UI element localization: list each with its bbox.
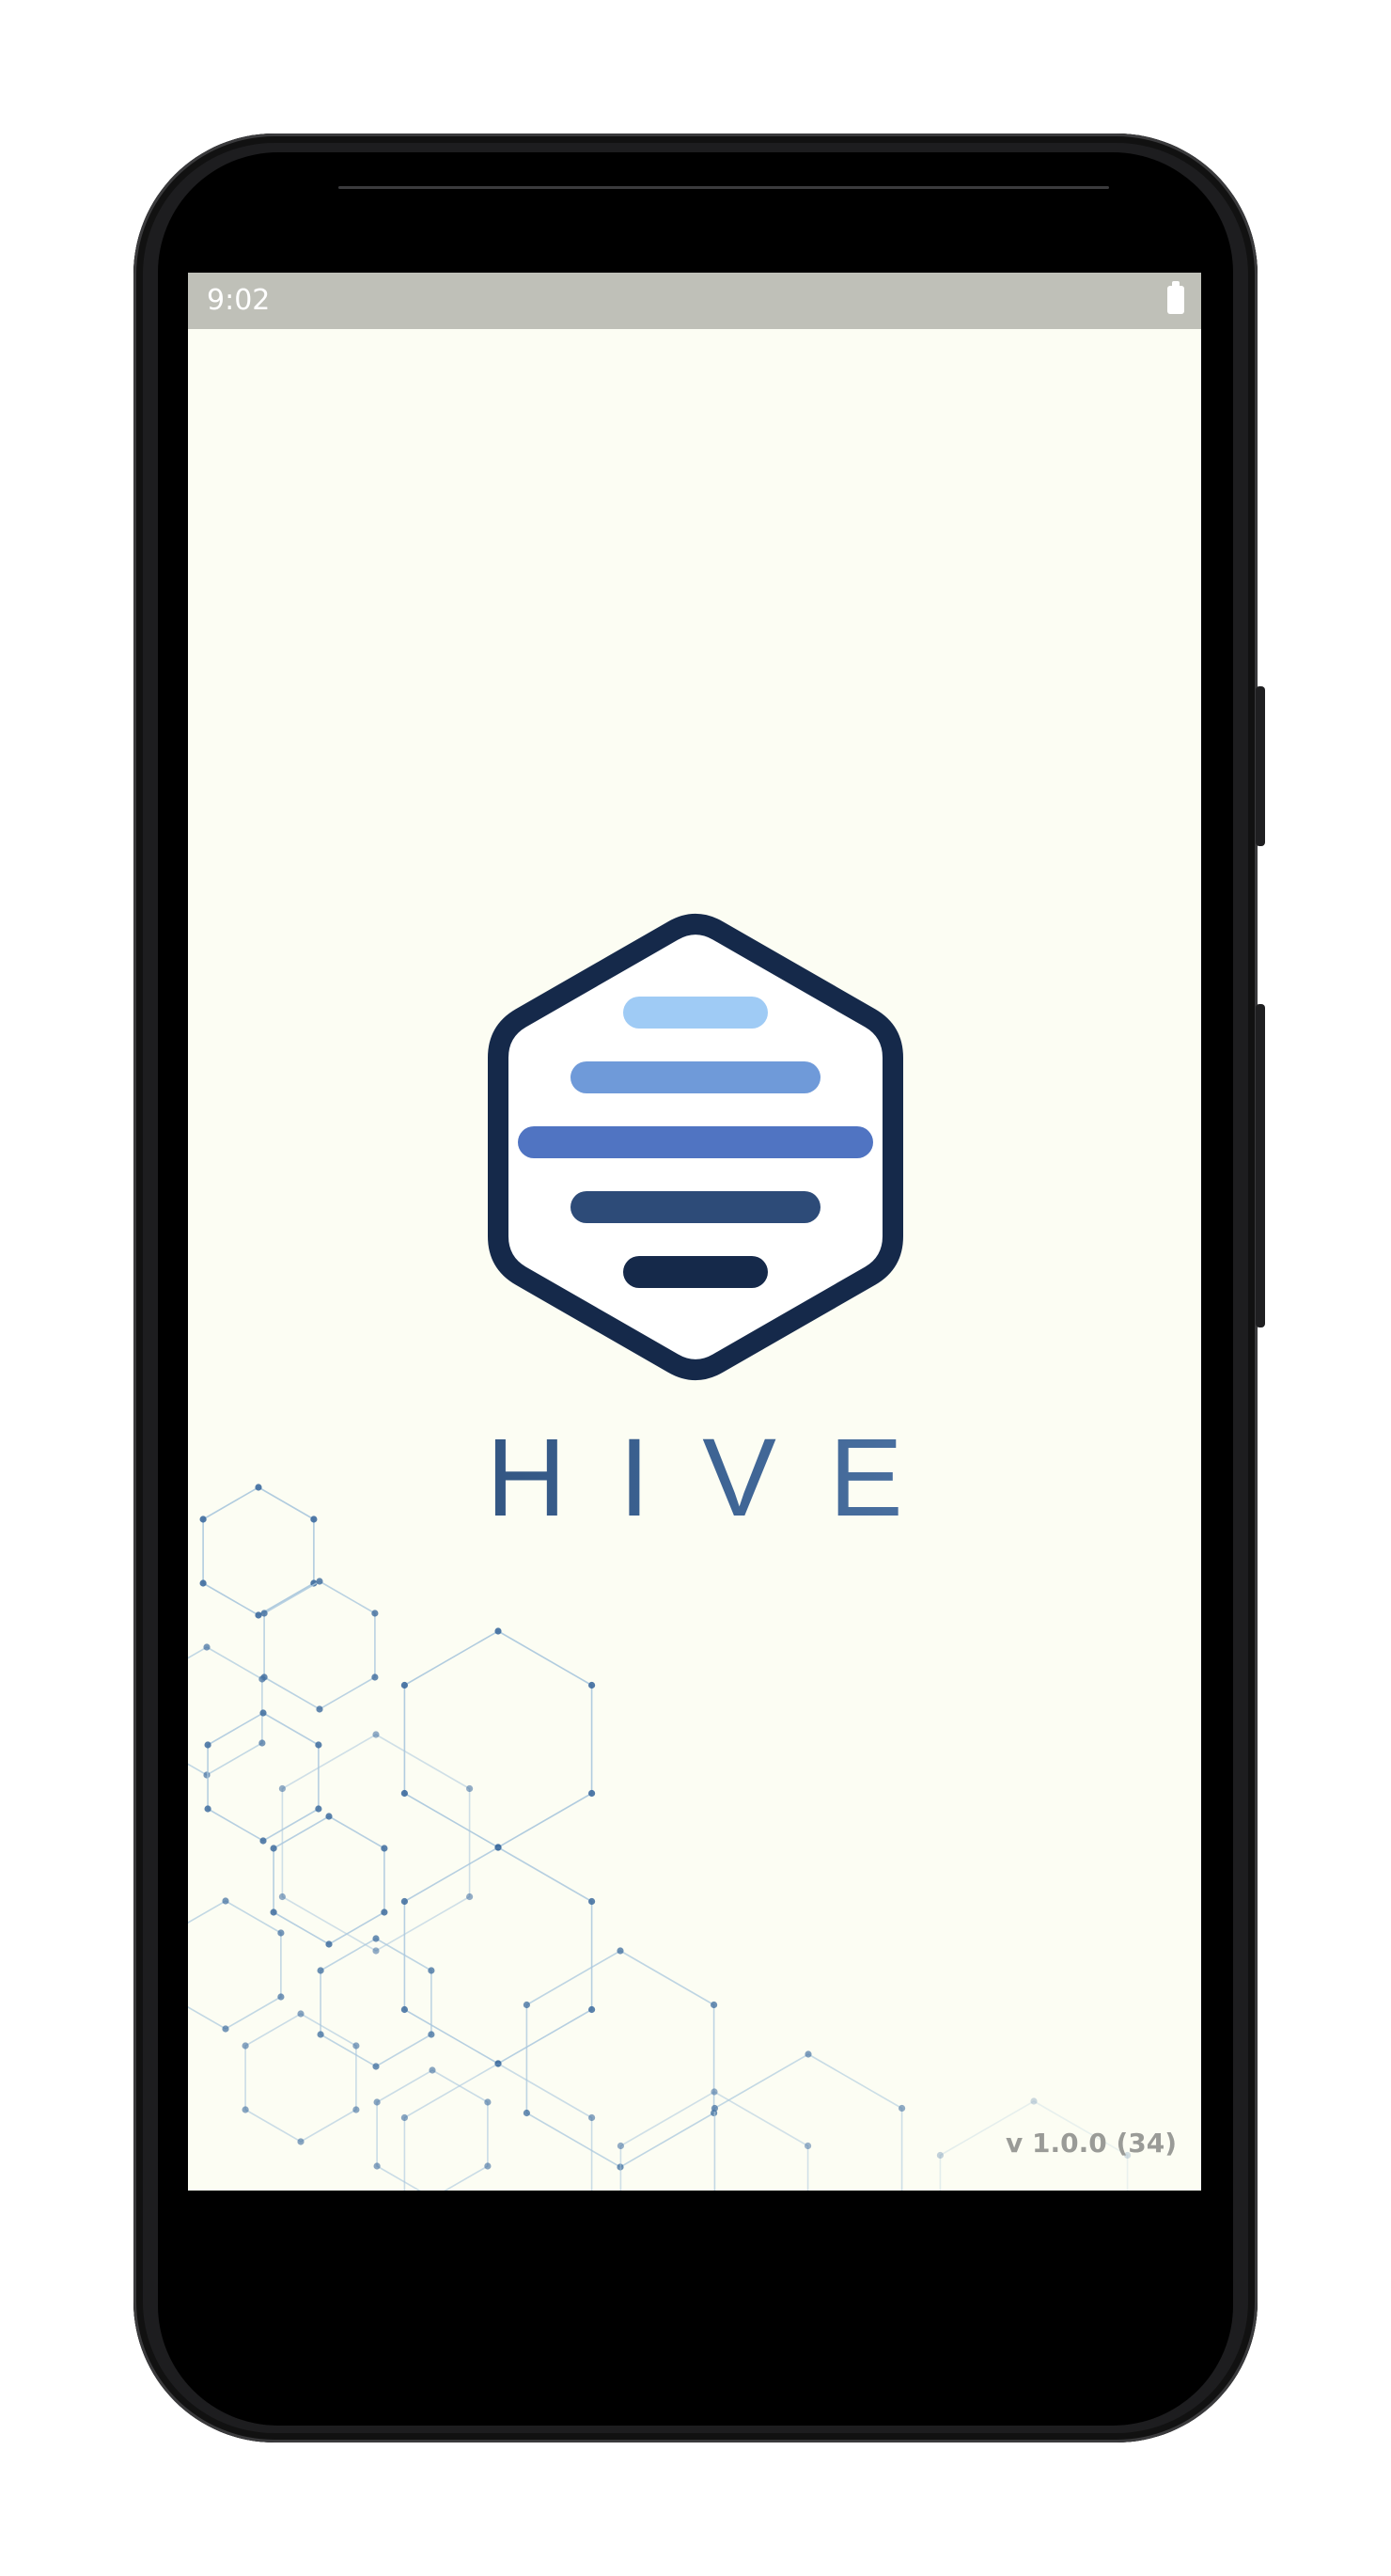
status-time: 9:02 xyxy=(207,284,271,317)
status-bar: 9:02 xyxy=(188,273,1201,329)
brand-title: HIVE xyxy=(188,1422,1201,1533)
hive-hexagon-logo-icon xyxy=(488,914,903,1380)
earpiece-speaker xyxy=(338,186,1109,189)
hexagon-network-pattern xyxy=(188,1476,1201,2191)
power-button xyxy=(1256,686,1265,846)
battery-full-icon xyxy=(1167,281,1184,314)
device-mockup: 9:02 HIVE v 1.0.0 (34) xyxy=(0,0,1391,2576)
navigation-area xyxy=(188,2191,1201,2332)
pattern-fade-overlay xyxy=(188,1476,1201,2191)
app-version: v 1.0.0 (34) xyxy=(1005,2128,1177,2159)
app-screen: 9:02 HIVE v 1.0.0 (34) xyxy=(188,273,1201,2191)
volume-button xyxy=(1256,1004,1265,1327)
